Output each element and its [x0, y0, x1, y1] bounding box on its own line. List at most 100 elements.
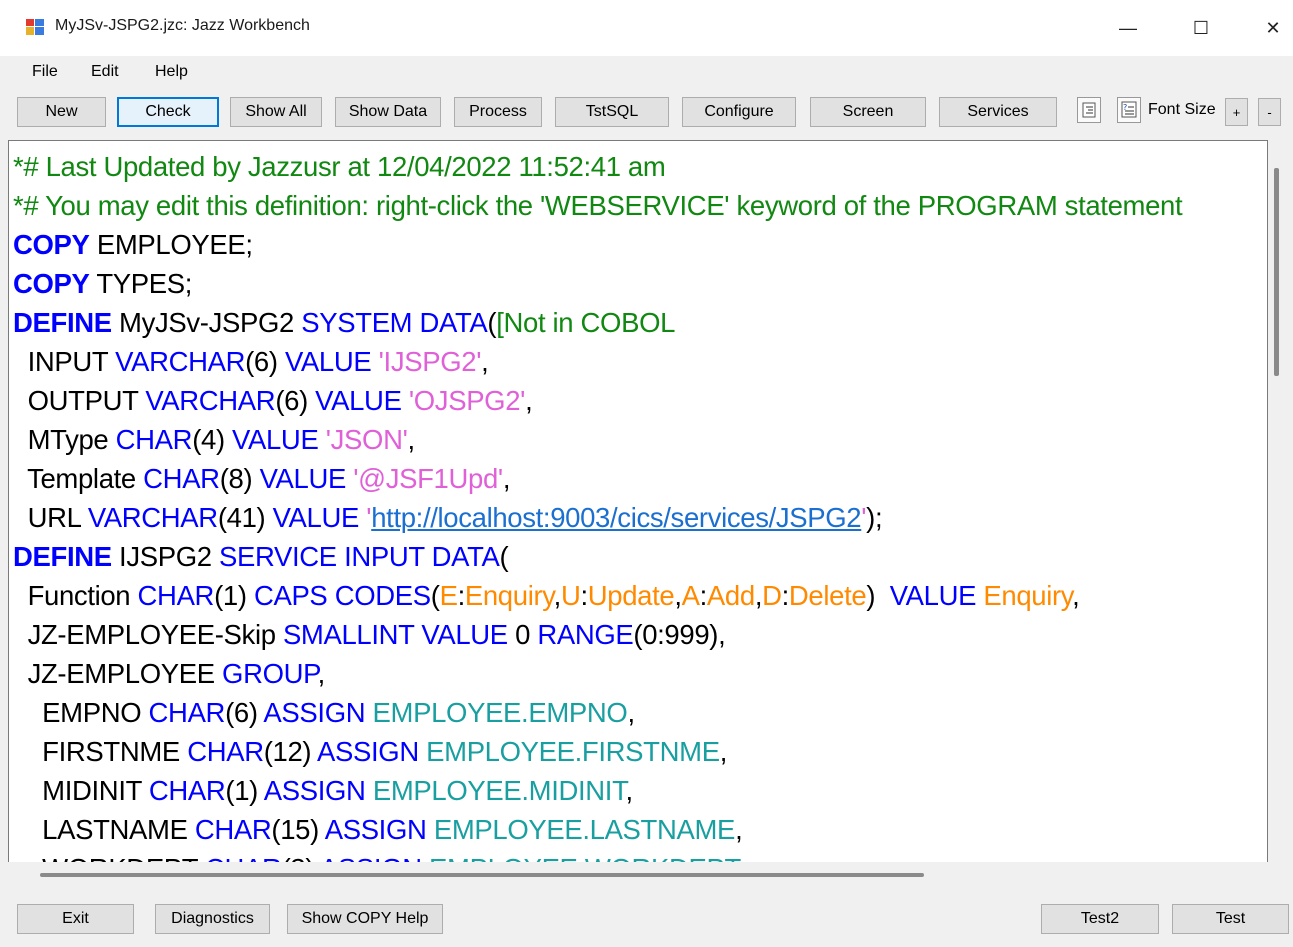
- keyword: GROUP: [222, 658, 318, 689]
- code-token: (12): [263, 736, 318, 767]
- code-token: TYPES;: [89, 268, 193, 299]
- code-token: :: [580, 580, 588, 611]
- keyword: COPY: [13, 268, 90, 299]
- keyword: SYSTEM DATA: [301, 307, 488, 338]
- code-token: JZ-EMPLOYEE: [13, 658, 223, 689]
- test2-button[interactable]: Test2: [1041, 904, 1159, 934]
- keyword: CHAR: [143, 463, 220, 494]
- keyword: ASSIGN: [324, 814, 427, 845]
- string-literal: 'OJSPG2': [408, 385, 526, 416]
- code-token: Template: [13, 463, 144, 494]
- horizontal-scroll-thumb[interactable]: [40, 873, 924, 877]
- code-token: (6): [275, 385, 316, 416]
- code-token: ,: [481, 346, 489, 377]
- code-token: FIRSTNME: [13, 736, 188, 767]
- check-button[interactable]: Check: [117, 97, 219, 127]
- code-token: );: [866, 502, 883, 533]
- diagnostics-button[interactable]: Diagnostics: [155, 904, 270, 934]
- keyword: ASSIGN: [263, 697, 366, 728]
- keyword: ASSIGN: [263, 775, 366, 806]
- code-token: (41): [217, 502, 273, 533]
- menu-file[interactable]: File: [32, 63, 58, 81]
- keyword: VALUE: [315, 385, 402, 416]
- keyword: CHAR: [137, 580, 215, 611]
- code-token: ,: [625, 775, 634, 806]
- show-all-button[interactable]: Show All: [230, 97, 322, 127]
- code-value: U: [560, 580, 581, 611]
- code-token: (1): [225, 775, 264, 806]
- code-token: (8): [219, 463, 260, 494]
- code-token: ): [866, 580, 890, 611]
- code-value: Update: [587, 580, 675, 611]
- code-token: ,: [1072, 580, 1080, 611]
- keyword: CHAR: [194, 814, 272, 845]
- services-button[interactable]: Services: [939, 97, 1057, 127]
- exit-button[interactable]: Exit: [17, 904, 134, 934]
- assign-target: EMPLOYEE.LASTNAME: [433, 814, 736, 845]
- code-token: 0: [507, 619, 538, 650]
- code-token: (15): [271, 814, 325, 845]
- keyword: SERVICE INPUT DATA: [219, 541, 500, 572]
- code-token: (1): [214, 580, 254, 611]
- code-token: EMPLOYEE;: [89, 229, 253, 260]
- vertical-scroll-thumb[interactable]: [1274, 168, 1279, 376]
- code-value: Enquiry: [464, 580, 554, 611]
- keyword: VALUE: [232, 424, 319, 455]
- process-button[interactable]: Process: [454, 97, 542, 127]
- keyword: ASSIGN: [317, 736, 419, 767]
- assign-target: EMPLOYEE.MIDINIT: [372, 775, 626, 806]
- comment-line: *# You may edit this definition: right-c…: [13, 190, 1183, 221]
- configure-button[interactable]: Configure: [682, 97, 796, 127]
- code-token: LASTNAME: [13, 814, 195, 845]
- code-value: E: [439, 580, 458, 611]
- code-token: (6): [245, 346, 285, 377]
- menu-help[interactable]: Help: [155, 63, 188, 81]
- minimize-button[interactable]: —: [1105, 8, 1151, 48]
- test-button[interactable]: Test: [1172, 904, 1289, 934]
- show-copy-help-button[interactable]: Show COPY Help: [287, 904, 443, 934]
- code-token: JZ-EMPLOYEE-Skip: [13, 619, 283, 650]
- code-token: INPUT: [13, 346, 116, 377]
- code-token: (4): [192, 424, 233, 455]
- new-button[interactable]: New: [17, 97, 106, 127]
- app-icon: [26, 19, 44, 35]
- keyword: VALUE: [284, 346, 372, 377]
- menu-edit[interactable]: Edit: [91, 63, 119, 81]
- code-token: ,: [317, 658, 326, 689]
- help-text-icon[interactable]: ?: [1117, 97, 1141, 123]
- font-size-decrease-button[interactable]: -: [1258, 98, 1281, 126]
- tstsql-button[interactable]: TstSQL: [555, 97, 669, 127]
- code-editor[interactable]: *# Last Updated by Jazzusr at 12/04/2022…: [8, 140, 1268, 885]
- screen-button[interactable]: Screen: [810, 97, 926, 127]
- code-token: ,: [627, 697, 635, 728]
- close-button[interactable]: ✕: [1250, 8, 1293, 48]
- keyword: DEFINE: [13, 541, 112, 572]
- title-bar: MyJSv-JSPG2.jzc: Jazz Workbench — ☐ ✕: [0, 0, 1293, 56]
- code-token: :: [457, 580, 466, 611]
- code-token: IJSPG2: [111, 541, 219, 572]
- code-token: (6): [225, 697, 264, 728]
- code-token: MIDINIT: [13, 775, 149, 806]
- code-value: D: [762, 580, 782, 611]
- code-token: ,: [674, 580, 682, 611]
- maximize-button[interactable]: ☐: [1178, 8, 1224, 48]
- code-token: MyJSv-JSPG2: [111, 307, 302, 338]
- string-literal: 'JSON': [325, 424, 408, 455]
- menu-bar: File Edit Help: [0, 56, 1293, 88]
- code-token: OUTPUT: [13, 385, 146, 416]
- keyword: VALUE: [889, 580, 977, 611]
- indent-icon[interactable]: [1077, 97, 1101, 123]
- keyword: VALUE: [272, 502, 360, 533]
- font-size-increase-button[interactable]: +: [1225, 98, 1248, 126]
- code-token: :: [699, 580, 708, 611]
- show-data-button[interactable]: Show Data: [335, 97, 441, 127]
- code-token: (0:999),: [633, 619, 726, 650]
- code-token: :: [781, 580, 790, 611]
- code-value: Delete: [788, 580, 867, 611]
- url-link[interactable]: http://localhost:9003/cics/services/JSPG…: [371, 502, 861, 533]
- comment-token: [Not in COBOL: [496, 307, 676, 338]
- code-token: ,: [735, 814, 743, 845]
